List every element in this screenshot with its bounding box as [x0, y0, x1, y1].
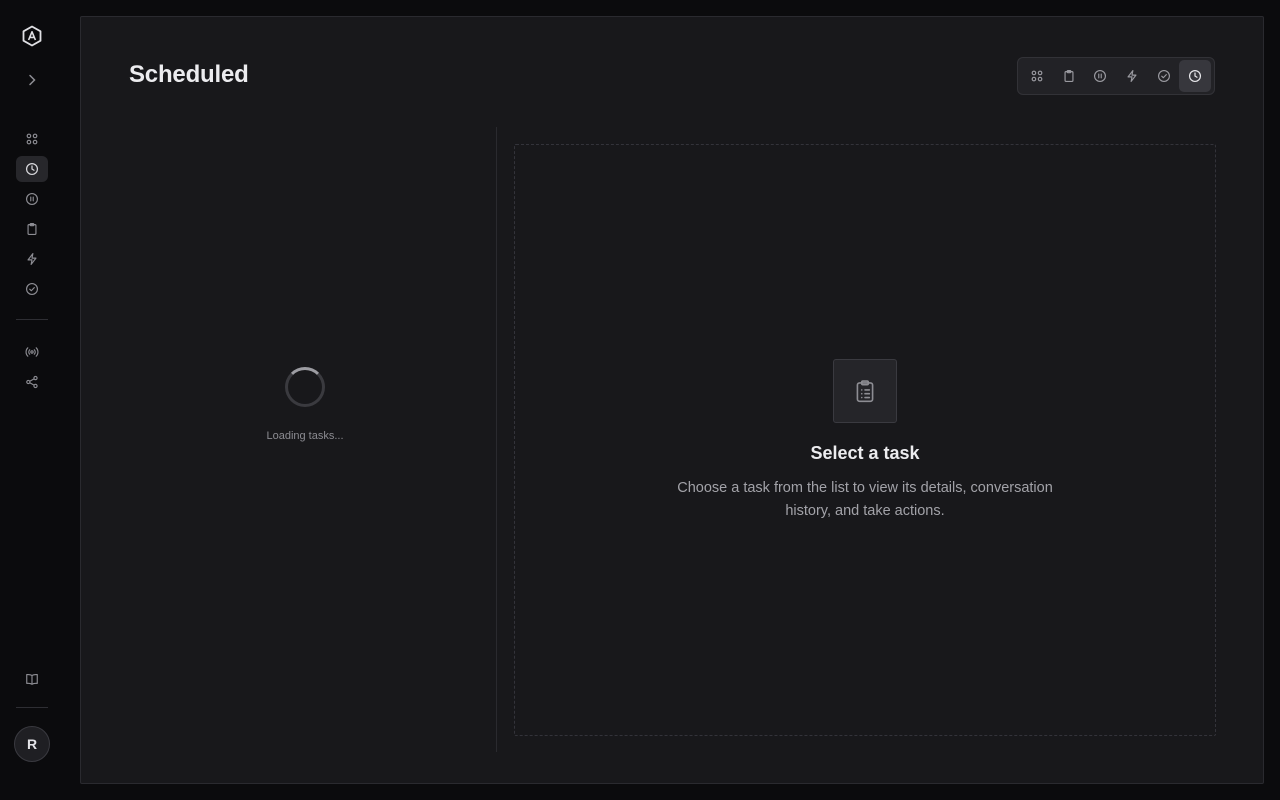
view-paused-button[interactable] [1084, 60, 1116, 92]
share-nodes-icon [26, 375, 38, 389]
sidebar-item-share[interactable] [16, 369, 48, 395]
sidebar-item-broadcast[interactable] [16, 339, 48, 365]
avatar-initial: R [26, 736, 38, 752]
clipboard-icon [1063, 70, 1074, 82]
task-list-pane: Loading tasks... [129, 127, 497, 752]
view-scheduled-button[interactable] [1179, 60, 1212, 92]
pane-divider[interactable] [496, 127, 497, 752]
chevron-right-icon[interactable] [24, 72, 40, 88]
sidebar-item-paused[interactable] [16, 186, 48, 212]
clock-icon [1189, 69, 1202, 83]
check-circle-icon [1157, 70, 1170, 82]
loading-text: Loading tasks... [266, 430, 344, 442]
clock-icon [25, 162, 39, 176]
hexagon-a-logo[interactable] [20, 24, 44, 48]
sidebar-item-all[interactable] [16, 126, 48, 152]
sidebar-divider [16, 319, 48, 320]
bolt-icon [27, 253, 37, 265]
grid-icon [1031, 70, 1043, 82]
pause-circle-icon [1094, 70, 1107, 82]
sidebar-item-completed[interactable] [16, 276, 48, 302]
book-icon [26, 673, 38, 685]
avatar[interactable]: R [14, 726, 50, 762]
clipboard-list-icon [833, 359, 897, 423]
view-all-button[interactable] [1021, 60, 1053, 92]
sidebar-item-docs[interactable] [16, 666, 48, 692]
app-root: R Scheduled Loading tasks... Select a ta… [0, 0, 1280, 800]
sidebar-item-tasks[interactable] [16, 216, 48, 242]
sidebar-item-scheduled[interactable] [16, 156, 48, 182]
grid-icon [26, 133, 38, 145]
broadcast-icon [25, 347, 39, 357]
view-tasks-button[interactable] [1053, 60, 1085, 92]
empty-state-title: Select a task [810, 443, 920, 463]
page-title: Scheduled [129, 61, 249, 88]
view-running-button[interactable] [1116, 60, 1148, 92]
task-detail-empty-state: Select a task Choose a task from the lis… [514, 144, 1216, 736]
pause-circle-icon [26, 193, 38, 205]
check-circle-icon [26, 283, 38, 295]
clipboard-icon [27, 223, 37, 235]
sidebar: R [0, 0, 64, 800]
main-panel: Scheduled Loading tasks... Select a task… [80, 16, 1264, 784]
sidebar-divider [16, 707, 48, 708]
view-completed-button[interactable] [1148, 60, 1180, 92]
sidebar-item-running[interactable] [16, 246, 48, 272]
empty-state-description: Choose a task from the list to view its … [677, 480, 1053, 519]
loading-spinner-icon [285, 367, 325, 407]
task-list-loader: Loading tasks... [129, 127, 497, 752]
view-switcher [1017, 57, 1215, 95]
bolt-icon [1127, 70, 1137, 82]
